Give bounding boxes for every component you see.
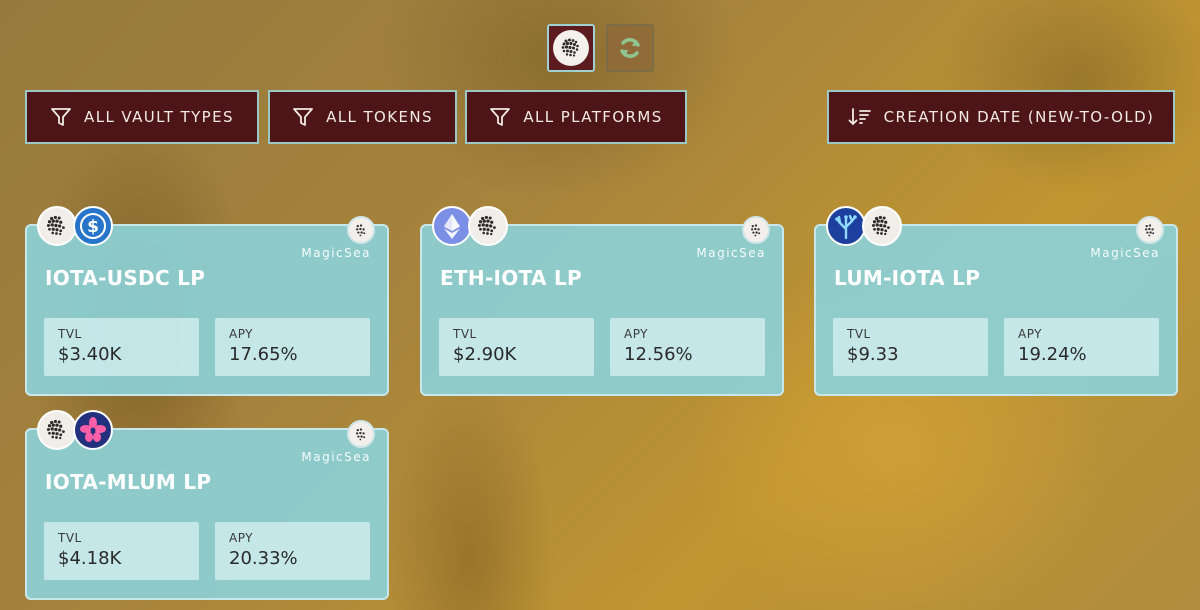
apy-box: APY 12.56% (610, 318, 765, 376)
tvl-value: $3.40K (58, 344, 122, 365)
tvl-label: TVL (847, 327, 871, 341)
apy-value: 12.56% (624, 344, 693, 365)
tvl-box: TVL $4.18K (44, 522, 199, 580)
platform-filter-label: ALL PLATFORMS (523, 108, 663, 126)
sort-label: CREATION DATE (NEW-TO-OLD) (883, 108, 1155, 126)
apy-label: APY (229, 531, 254, 545)
mlum-icon (73, 410, 113, 450)
platform-name: MagicSea (301, 450, 371, 464)
vault-name: ETH-IOTA LP (440, 266, 583, 290)
tvl-box: TVL $9.33 (833, 318, 988, 376)
magicsea-icon (742, 216, 770, 244)
filter-icon (293, 108, 314, 126)
platform-name: MagicSea (1090, 246, 1160, 260)
tvl-box: TVL $2.90K (439, 318, 594, 376)
vault-card[interactable]: MagicSea ETH-IOTA LP TVL $2.90K APY 12.5… (420, 206, 784, 396)
vault-name: LUM-IOTA LP (834, 266, 981, 290)
vault-type-filter-button[interactable]: ALL VAULT TYPES (25, 90, 259, 144)
eth-icon (432, 206, 472, 246)
tvl-label: TVL (58, 327, 82, 341)
filter-icon (51, 108, 71, 126)
magicsea-icon (1136, 216, 1164, 244)
vault-type-filter-label: ALL VAULT TYPES (84, 108, 234, 126)
chain-button-other[interactable] (606, 24, 654, 72)
refresh-cycle-icon (620, 38, 640, 58)
iota-icon (37, 410, 77, 450)
apy-label: APY (624, 327, 649, 341)
token-pair-icons (37, 410, 113, 450)
vault-card[interactable]: MagicSea IOTA-MLUM LP TVL $4.18K APY 20.… (25, 410, 389, 600)
iota-icon (862, 206, 902, 246)
platform-name: MagicSea (696, 246, 766, 260)
apy-box: APY 20.33% (215, 522, 370, 580)
token-pair-icons (826, 206, 902, 246)
tvl-value: $4.18K (58, 548, 122, 569)
token-filter-label: ALL TOKENS (326, 108, 433, 126)
chain-button-iota[interactable] (547, 24, 595, 72)
token-pair-icons: $ (37, 206, 113, 246)
usdc-icon: $ (73, 206, 113, 246)
token-filter-button[interactable]: ALL TOKENS (268, 90, 457, 144)
filter-icon (490, 108, 511, 126)
tvl-value: $2.90K (453, 344, 517, 365)
lum-icon (826, 206, 866, 246)
apy-label: APY (229, 327, 254, 341)
token-pair-icons (432, 206, 508, 246)
iota-icon (553, 30, 589, 66)
apy-label: APY (1018, 327, 1043, 341)
tvl-label: TVL (453, 327, 477, 341)
sort-button[interactable]: CREATION DATE (NEW-TO-OLD) (827, 90, 1175, 144)
tvl-value: $9.33 (847, 344, 899, 365)
apy-value: 17.65% (229, 344, 298, 365)
vault-name: IOTA-MLUM LP (45, 470, 212, 494)
vault-name: IOTA-USDC LP (45, 266, 206, 290)
apy-value: 20.33% (229, 548, 298, 569)
apy-value: 19.24% (1018, 344, 1087, 365)
tvl-label: TVL (58, 531, 82, 545)
apy-box: APY 17.65% (215, 318, 370, 376)
sort-descending-icon (848, 108, 871, 126)
apy-box: APY 19.24% (1004, 318, 1159, 376)
platform-filter-button[interactable]: ALL PLATFORMS (465, 90, 687, 144)
svg-text:$: $ (87, 217, 99, 237)
magicsea-icon (347, 216, 375, 244)
vault-card[interactable]: $ MagicSea IOTA-USDC LP TVL $3.40K APY 1… (25, 206, 389, 396)
vault-card[interactable]: MagicSea LUM-IOTA LP TVL $9.33 APY 19.24… (814, 206, 1178, 396)
tvl-box: TVL $3.40K (44, 318, 199, 376)
magicsea-icon (347, 420, 375, 448)
iota-icon (468, 206, 508, 246)
iota-icon (37, 206, 77, 246)
platform-name: MagicSea (301, 246, 371, 260)
